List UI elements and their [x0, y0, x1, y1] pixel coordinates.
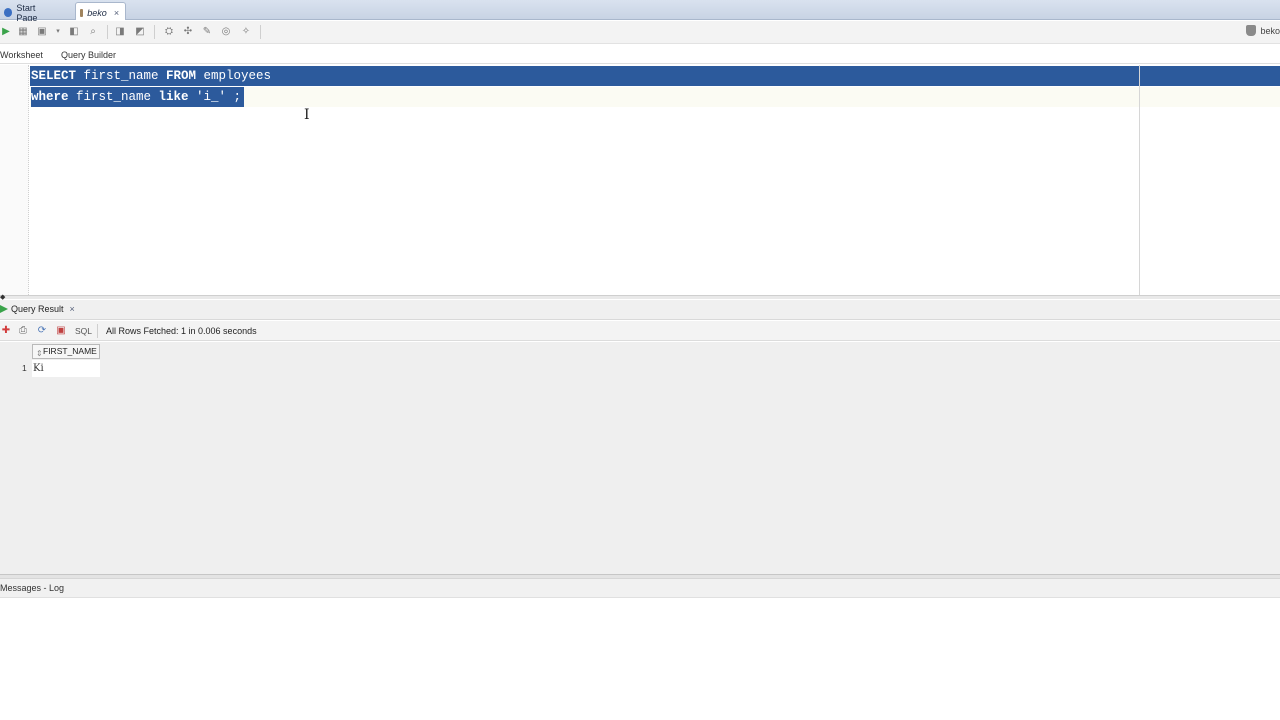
messages-tab-bar: Messages - Log [0, 579, 1280, 598]
code-line-2[interactable]: where first_name like 'i_' ; [31, 87, 245, 107]
result-tab-bar: Query Result × [0, 300, 1280, 320]
sql-history-icon[interactable]: ◎ [220, 26, 232, 38]
autotrace-icon[interactable]: ▣ [36, 26, 48, 38]
sql-editor[interactable]: SELECT first_name FROM employees where f… [0, 65, 1280, 295]
cancel-icon[interactable]: ◩ [134, 26, 146, 38]
result-toolbar: ✚ ⎙ ⟳ ▣ SQL All Rows Fetched: 1 in 0.006… [0, 321, 1280, 341]
sql-tuning-icon[interactable]: ⛭ [163, 26, 175, 38]
export-icon[interactable]: ▣ [55, 325, 67, 337]
editor-subtabs: Worksheet Query Builder [0, 46, 1280, 64]
tab-query-result[interactable]: Query Result × [0, 304, 75, 314]
chevron-down-icon[interactable]: ▾ [52, 26, 64, 38]
rollback-icon[interactable]: ◨ [114, 26, 126, 38]
column-header-label: FIRST_NAME [43, 346, 97, 356]
table-cell[interactable]: Ki [32, 360, 100, 377]
format-icon[interactable]: ✣ [182, 26, 194, 38]
commit-icon[interactable]: ◧ [68, 26, 80, 38]
sql-keyword: FROM [166, 69, 197, 83]
editor-gutter [0, 65, 29, 295]
run-statement-icon[interactable]: ▶ [0, 26, 12, 38]
globe-icon [4, 8, 13, 17]
database-icon [1246, 25, 1257, 36]
database-connection-icon [80, 9, 84, 17]
tab-worksheet[interactable]: Worksheet [0, 50, 43, 60]
document-tab-bar: Start Page beko × [0, 0, 1280, 23]
clear-icon[interactable]: ✎ [201, 26, 213, 38]
tab-beko[interactable]: beko × [75, 2, 126, 20]
unshared-worksheet-icon[interactable]: ✧ [240, 26, 252, 38]
fetch-status: All Rows Fetched: 1 in 0.006 seconds [106, 326, 257, 336]
result-grid: ⇕ FIRST_NAME 1 Ki [0, 342, 1280, 574]
code-line-1[interactable]: SELECT first_name FROM employees [31, 66, 275, 86]
explain-plan-icon[interactable]: ⌕ [87, 26, 99, 38]
column-header-first-name[interactable]: ⇕ FIRST_NAME [32, 344, 100, 359]
sql-identifier: first_name [76, 69, 167, 83]
sql-button[interactable]: SQL [75, 326, 92, 336]
toolbar-divider [107, 25, 108, 39]
sql-keyword: like [158, 90, 189, 104]
messages-panel [0, 598, 1280, 720]
print-icon[interactable]: ⎙ [17, 325, 29, 337]
row-number: 1 [22, 363, 27, 373]
connection-label: beko [1260, 25, 1280, 36]
result-arrow-icon [0, 305, 8, 313]
refresh-icon[interactable]: ⟳ [36, 325, 48, 337]
sql-string-literal: 'i_' ; [188, 90, 242, 104]
toolbar-divider [97, 324, 98, 338]
toolbar-divider [260, 25, 261, 39]
tab-query-result-label: Query Result [11, 304, 64, 314]
column-sort-icon: ⇕ [36, 349, 43, 358]
toolbar-divider [154, 25, 155, 39]
pin-icon[interactable]: ✚ [0, 325, 12, 337]
sql-identifier: employees [196, 69, 272, 83]
connection-selector[interactable]: beko [1246, 25, 1280, 36]
tab-query-builder[interactable]: Query Builder [61, 50, 116, 60]
sql-keyword: SELECT [31, 69, 77, 83]
tab-start-page-label: Start Page [16, 2, 38, 23]
tab-beko-label: beko [87, 8, 107, 18]
text-cursor-icon: I [304, 107, 310, 123]
worksheet-toolbar: ▶ ▦ ▣ ▾ ◧ ⌕ ◨ ◩ ⛭ ✣ ✎ ◎ ✧ beko [0, 21, 1280, 44]
right-margin-line [1139, 65, 1140, 295]
run-script-icon[interactable]: ▦ [17, 26, 29, 38]
close-tab-icon[interactable]: × [114, 8, 119, 18]
sql-keyword: where [31, 90, 69, 104]
sql-identifier: first_name [68, 90, 159, 104]
tab-start-page[interactable]: Start Page [0, 2, 62, 23]
tab-messages-log[interactable]: Messages - Log [0, 583, 64, 593]
editor-results-splitter[interactable]: ◆ [0, 294, 1280, 301]
close-result-tab-icon[interactable]: × [70, 304, 75, 314]
